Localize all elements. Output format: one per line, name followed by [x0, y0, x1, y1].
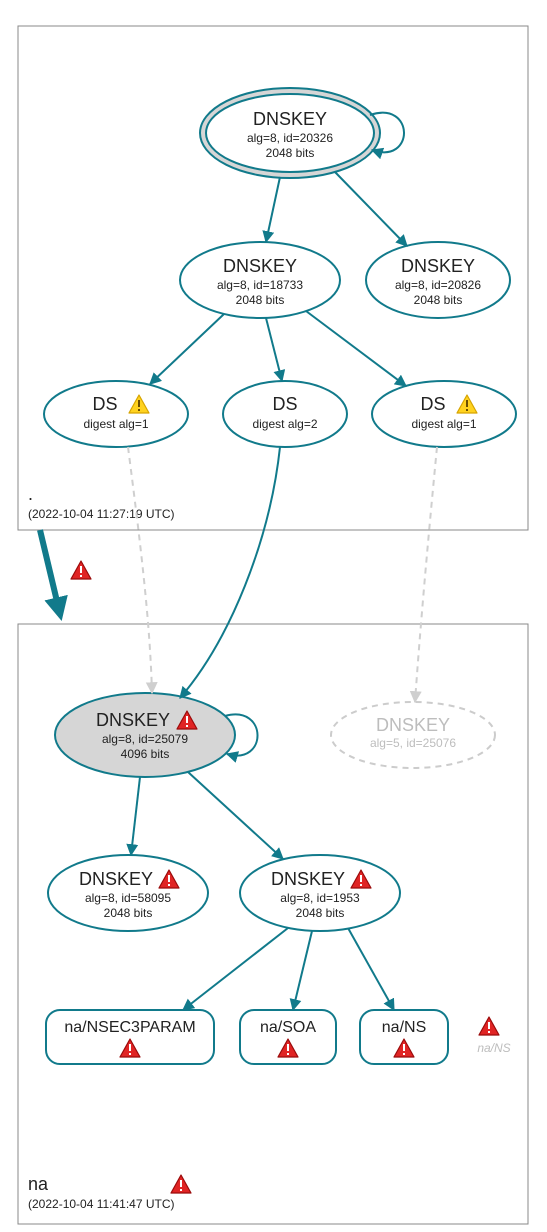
zone-root-label: . [28, 484, 33, 504]
root-ksk-title: DNSKEY [253, 109, 327, 129]
root-zsk-bits: 2048 bits [236, 293, 285, 307]
ds3-node: DS digest alg=1 [372, 381, 516, 447]
edge-zsk2-rr1 [183, 928, 288, 1010]
ds2-node: DS digest alg=2 [223, 381, 347, 447]
na-zsk2-alg: alg=8, id=1953 [280, 891, 360, 905]
na-zsk2-title: DNSKEY [271, 869, 345, 889]
na-zsk1-bits: 2048 bits [104, 906, 153, 920]
na-key-faded-title: DNSKEY [376, 715, 450, 735]
na-ksk-node: DNSKEY alg=8, id=25079 4096 bits [55, 693, 235, 777]
root-key3-title: DNSKEY [401, 256, 475, 276]
edge-ds1-na-ksk [128, 447, 152, 693]
zone-na-timestamp: (2022-10-04 11:41:47 UTC) [28, 1197, 175, 1211]
rrset-nsec3param: na/NSEC3PARAM [46, 1010, 214, 1064]
root-key3-bits: 2048 bits [414, 293, 463, 307]
edge-zsk-ds2 [266, 318, 282, 381]
edge-zsk2-rr2 [293, 931, 312, 1010]
edge-zsk2-rr3 [348, 928, 394, 1010]
ds1-title: DS [92, 394, 117, 414]
rrset-soa: na/SOA [240, 1010, 336, 1064]
rrset-ns-label: na/NS [382, 1019, 426, 1036]
zone-na-label: na [28, 1174, 49, 1194]
rrset-ns: na/NS [360, 1010, 448, 1064]
na-ksk-alg: alg=8, id=25079 [102, 732, 188, 746]
ds3-alg: digest alg=1 [411, 417, 476, 431]
root-ksk-alg: alg=8, id=20326 [247, 131, 333, 145]
root-key3-node: DNSKEY alg=8, id=20826 2048 bits [366, 242, 510, 318]
ds3-title: DS [420, 394, 445, 414]
na-zsk2-node: DNSKEY alg=8, id=1953 2048 bits [240, 855, 400, 931]
root-zsk-node: DNSKEY alg=8, id=18733 2048 bits [180, 242, 340, 318]
na-zsk1-alg: alg=8, id=58095 [85, 891, 171, 905]
delegation-arrow [40, 530, 60, 614]
na-key-faded-alg: alg=5, id=25076 [370, 736, 456, 750]
edge-ksk-to-zsk [266, 177, 280, 242]
na-zsk1-node: DNSKEY alg=8, id=58095 2048 bits [48, 855, 208, 931]
na-key-faded-node: DNSKEY alg=5, id=25076 [331, 702, 495, 768]
error-icon [171, 1175, 191, 1193]
ds1-alg: digest alg=1 [83, 417, 148, 431]
na-zsk2-bits: 2048 bits [296, 906, 345, 920]
ds2-title: DS [272, 394, 297, 414]
error-icon [479, 1017, 499, 1035]
root-ksk-bits: 2048 bits [266, 146, 315, 160]
extra-ns-label: na/NS [477, 1041, 510, 1055]
edge-zsk-ds1 [150, 314, 224, 384]
edge-naksk-zsk1 [131, 777, 140, 855]
na-ksk-title: DNSKEY [96, 710, 170, 730]
ds2-alg: digest alg=2 [252, 417, 317, 431]
rrset-nsec3param-label: na/NSEC3PARAM [64, 1019, 195, 1036]
rrset-soa-label: na/SOA [260, 1019, 316, 1036]
root-key3-alg: alg=8, id=20826 [395, 278, 481, 292]
na-ksk-bits: 4096 bits [121, 747, 170, 761]
na-zsk1-title: DNSKEY [79, 869, 153, 889]
edge-ds3-na-faded [415, 447, 437, 702]
extra-ns-faded: na/NS [477, 1017, 510, 1055]
edge-zsk-ds3 [306, 311, 406, 386]
root-ksk-node: DNSKEY alg=8, id=20326 2048 bits [200, 88, 380, 178]
error-icon [71, 561, 91, 579]
root-zsk-title: DNSKEY [223, 256, 297, 276]
root-zsk-alg: alg=8, id=18733 [217, 278, 303, 292]
zone-root-timestamp: (2022-10-04 11:27:19 UTC) [28, 507, 175, 521]
ds1-node: DS digest alg=1 [44, 381, 188, 447]
edge-ksk-to-key3 [335, 172, 407, 246]
edge-ds2-na-ksk [180, 447, 280, 698]
edge-naksk-zsk2 [188, 772, 283, 859]
